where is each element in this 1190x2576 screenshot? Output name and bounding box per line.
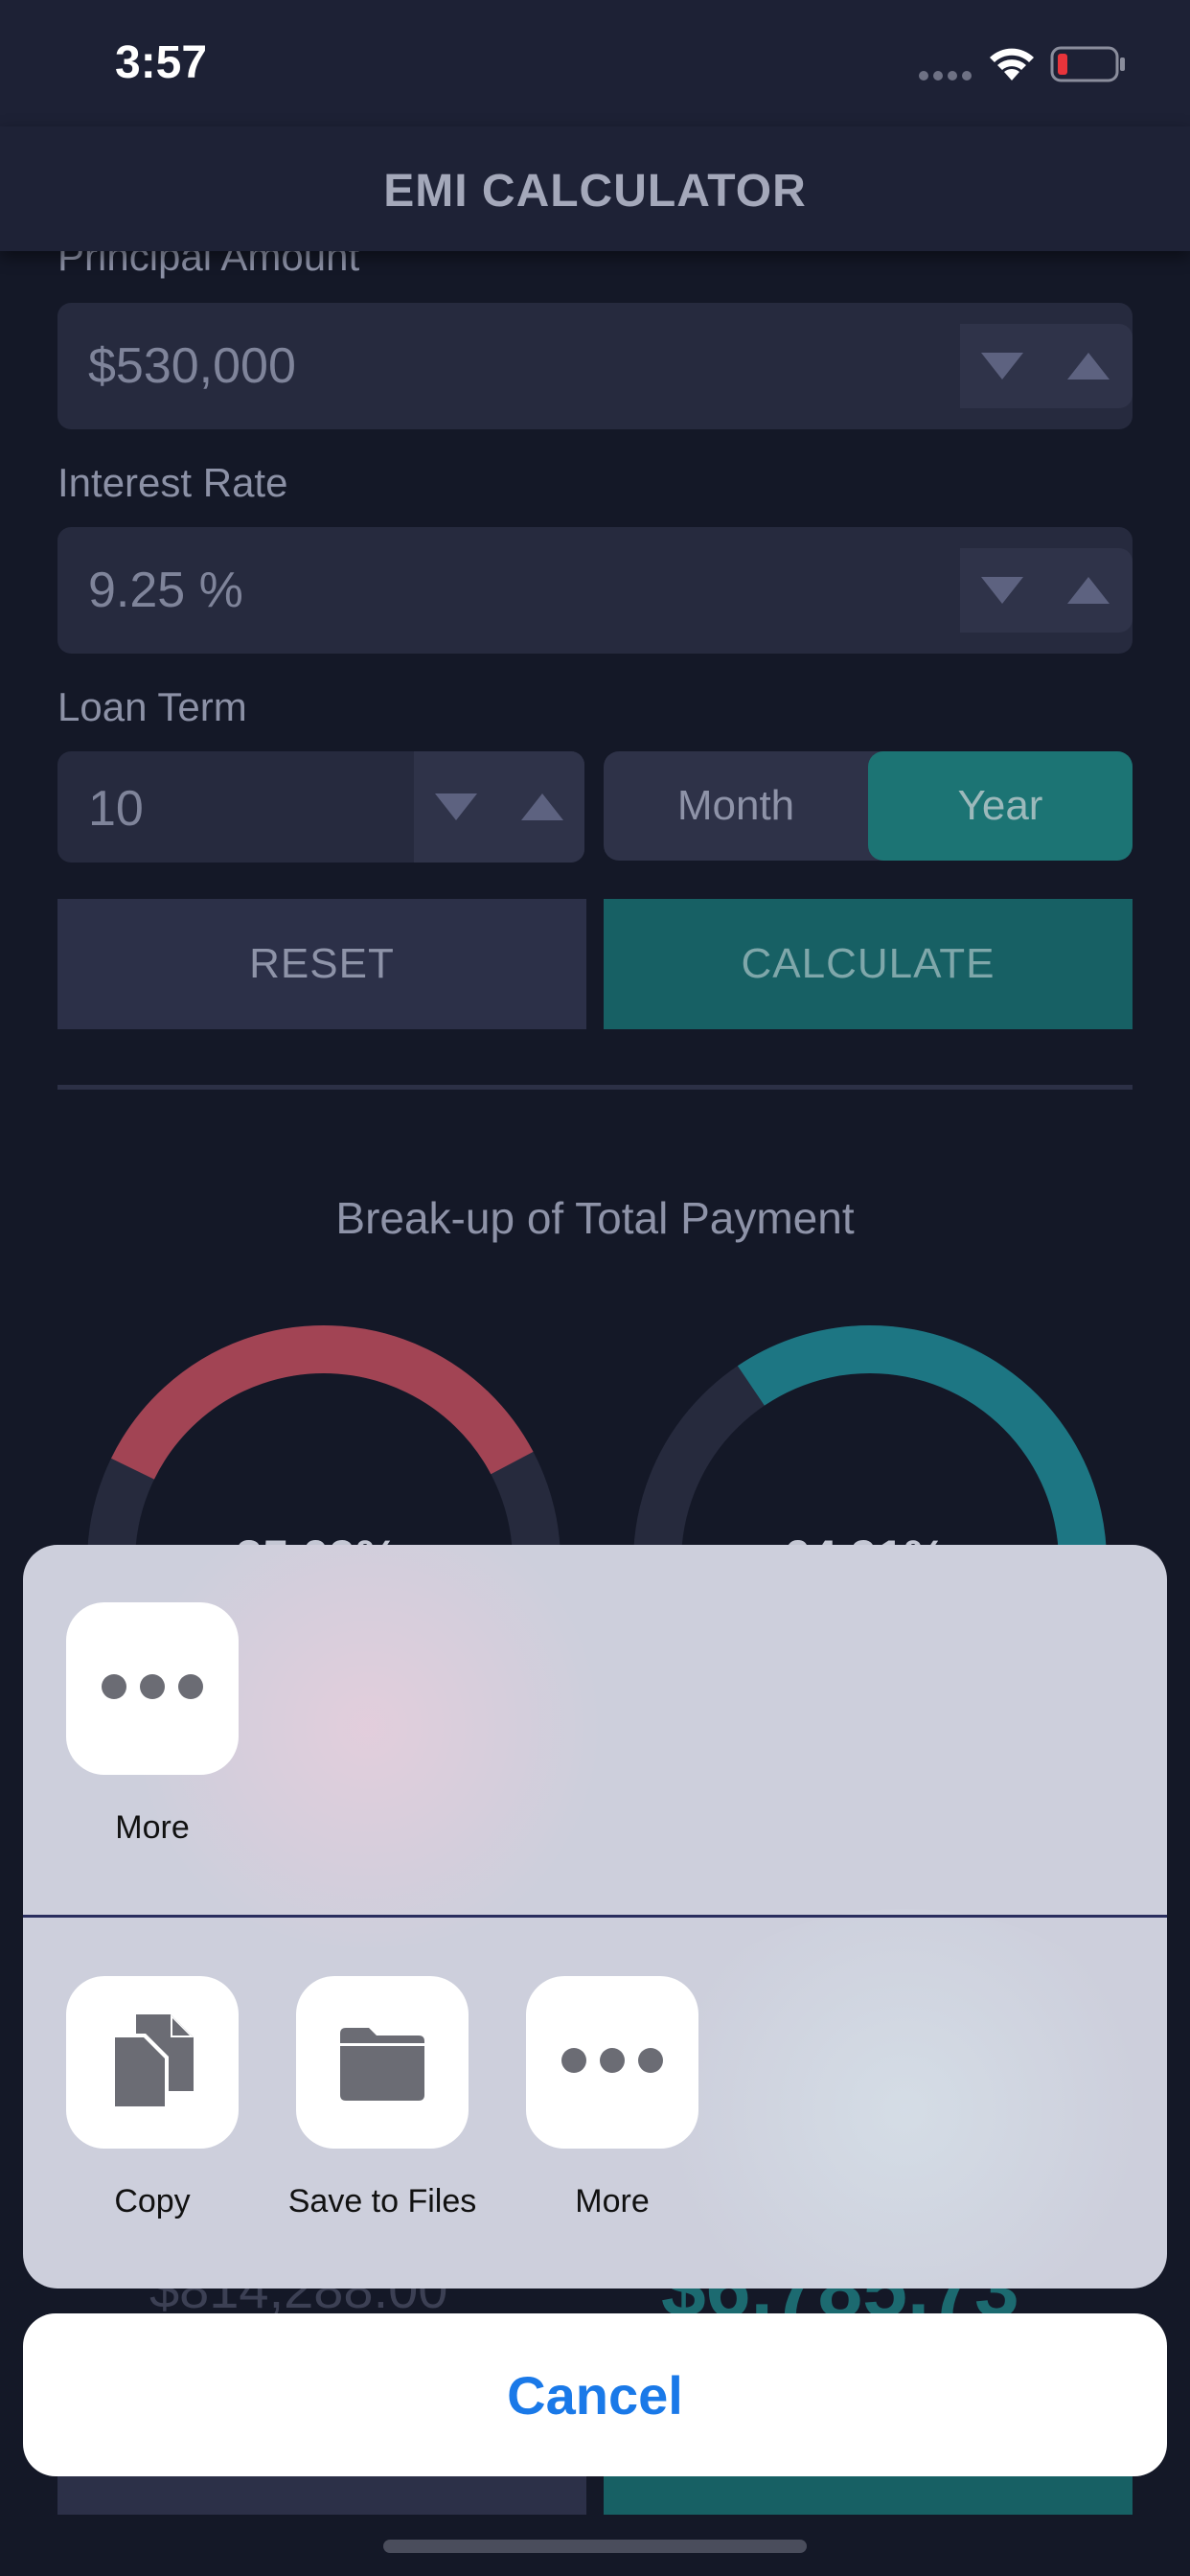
loan-term-value: 10 <box>88 781 144 837</box>
copy-action-button[interactable] <box>66 1976 239 2149</box>
decrement-icon[interactable] <box>435 794 477 820</box>
page-title: EMI CALCULATOR <box>383 166 807 217</box>
folder-icon <box>340 2028 424 2101</box>
interest-field[interactable]: 9.25 % <box>57 527 1133 654</box>
segment-month[interactable]: Month <box>604 751 868 861</box>
section-divider <box>57 1085 1133 1090</box>
chart-title: Break-up of Total Payment <box>335 1193 855 1243</box>
principal-field[interactable]: $530,000 <box>57 303 1133 429</box>
more-share-label: More <box>115 1809 190 1846</box>
loan-term-stepper[interactable] <box>414 751 584 862</box>
save-to-files-label: Save to Files <box>287 2183 477 2220</box>
more-action-label: More <box>575 2183 650 2220</box>
loan-term-field[interactable]: 10 <box>57 751 584 862</box>
principal-stepper[interactable] <box>960 324 1133 408</box>
increment-icon[interactable] <box>1067 577 1110 604</box>
calculate-button[interactable]: CALCULATE <box>604 899 1133 1029</box>
status-time: 3:57 <box>115 37 208 88</box>
principal-value: $530,000 <box>88 338 296 394</box>
battery-icon <box>1050 46 1127 87</box>
save-to-files-button[interactable] <box>296 1976 469 2149</box>
decrement-icon[interactable] <box>981 577 1023 604</box>
reset-button[interactable]: RESET <box>57 899 586 1029</box>
sheet-glow-secondary <box>636 1909 1167 2288</box>
loan-term-label: Loan Term <box>57 684 247 729</box>
segment-year[interactable]: Year <box>868 751 1133 861</box>
home-indicator <box>383 2540 807 2553</box>
signal-icon <box>918 69 973 87</box>
interest-label: Interest Rate <box>57 460 288 505</box>
increment-icon[interactable] <box>521 794 563 820</box>
share-sheet-divider <box>23 1915 1167 1918</box>
status-bar: 3:57 <box>0 0 1190 126</box>
term-unit-segmented: Month Year <box>604 751 1133 861</box>
interest-value: 9.25 % <box>88 563 243 618</box>
more-share-button[interactable] <box>66 1602 239 1775</box>
more-icon <box>555 2047 670 2078</box>
copy-icon <box>111 2014 194 2110</box>
cancel-button[interactable]: Cancel <box>23 2313 1167 2476</box>
nav-bar: EMI CALCULATOR <box>0 126 1190 251</box>
more-icon <box>95 1673 210 1704</box>
copy-action-label: Copy <box>114 2183 191 2220</box>
decrement-icon[interactable] <box>981 353 1023 380</box>
wifi-icon <box>987 44 1037 87</box>
interest-stepper[interactable] <box>960 548 1133 632</box>
increment-icon[interactable] <box>1067 353 1110 380</box>
share-sheet: More Copy Save to Files More <box>23 1545 1167 2288</box>
more-action-button[interactable] <box>526 1976 698 2149</box>
